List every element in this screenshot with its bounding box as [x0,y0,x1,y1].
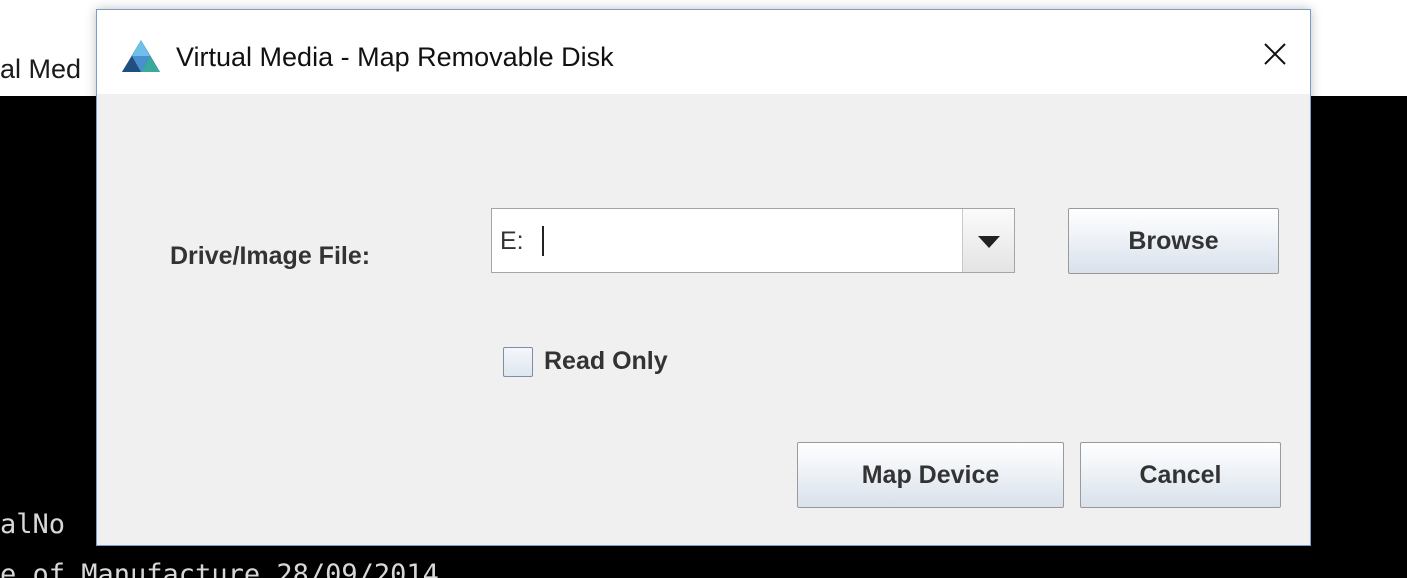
dialog-titlebar[interactable]: Virtual Media - Map Removable Disk [97,10,1310,94]
virtual-media-app-icon [122,40,160,72]
console-line: alNo [0,509,66,540]
drive-image-file-label: Drive/Image File: [170,242,371,270]
browse-button[interactable]: Browse [1068,208,1279,274]
map-device-button[interactable]: Map Device [797,442,1064,508]
background-window-title: al Med [0,54,82,84]
read-only-label[interactable]: Read Only [544,347,668,376]
map-removable-disk-dialog: Virtual Media - Map Removable Disk Drive… [96,9,1311,546]
close-icon[interactable] [1257,36,1293,72]
console-line: e of Manufacture 28/09/2014 [0,559,439,578]
text-caret [542,226,544,256]
cancel-button[interactable]: Cancel [1080,442,1281,508]
drive-image-file-combobox[interactable] [491,208,1015,273]
read-only-checkbox[interactable] [503,347,533,377]
chevron-down-icon [978,236,1000,248]
dropdown-button[interactable] [962,209,1014,272]
dialog-title: Virtual Media - Map Removable Disk [176,42,614,72]
drive-image-file-input[interactable] [492,209,964,272]
